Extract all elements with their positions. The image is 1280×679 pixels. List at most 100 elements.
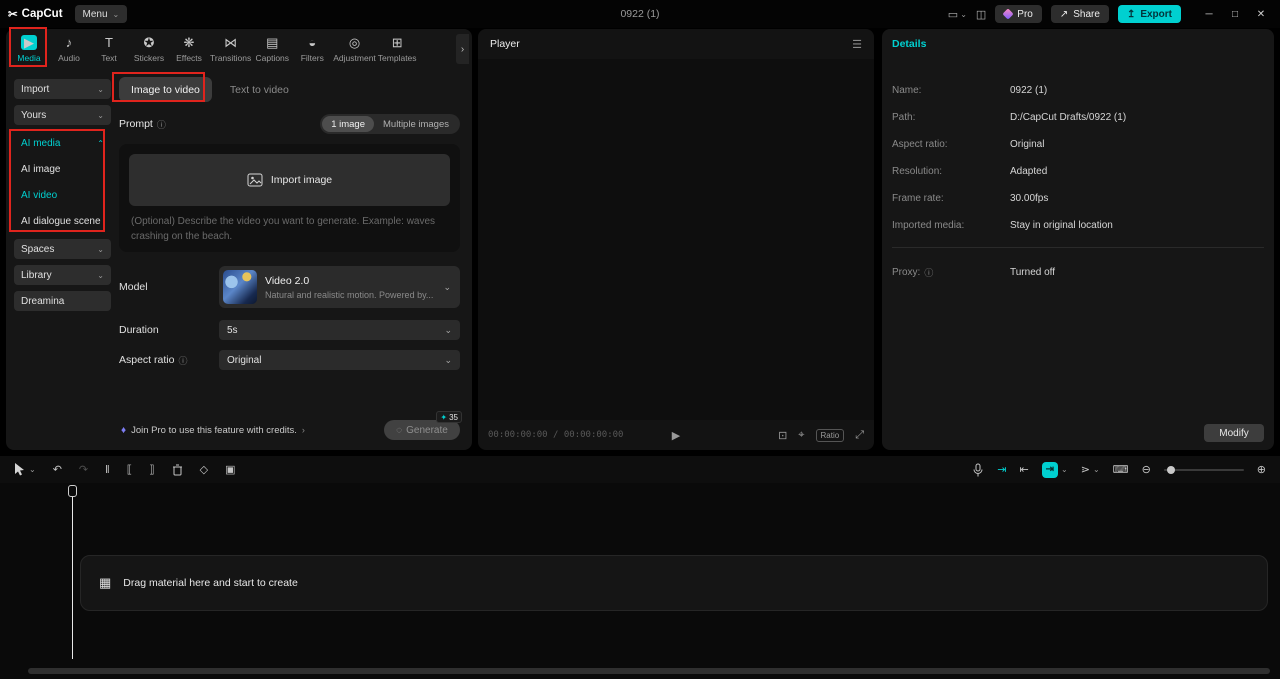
zoom-in-icon[interactable]: ⊕ [1257, 463, 1266, 476]
panel-layout-icon[interactable]: ◫ [976, 8, 986, 21]
display-mode-icon[interactable]: ▭ ⌄ [948, 8, 967, 21]
mask-icon[interactable]: ◇ [200, 463, 208, 476]
duration-select[interactable]: 5s ⌄ [219, 320, 460, 340]
modify-button[interactable]: Modify [1204, 424, 1264, 442]
sidebar-item-library[interactable]: Library ⌄ [14, 265, 111, 285]
details-panel: Details Name: 0922 (1) Path: D:/CapCut D… [882, 29, 1274, 450]
delete-icon[interactable] [172, 464, 183, 476]
prompt-area: Import image (Optional) Describe the vid… [119, 144, 460, 252]
generate-spinner-icon: ◌ [396, 425, 402, 436]
player-title: Player [490, 38, 520, 50]
toggle-one-image[interactable]: 1 image [322, 116, 374, 132]
minimize-button[interactable]: ─ [1198, 4, 1220, 24]
tab-transitions[interactable]: ⋈ Transitions [209, 35, 252, 63]
tab-text-to-video[interactable]: Text to video [230, 84, 289, 96]
aspect-ratio-label: Aspect ratio ⓘ [119, 354, 219, 367]
cover-options-button[interactable]: ⋗ ⌄ [1081, 463, 1100, 476]
cursor-icon [14, 463, 25, 476]
ratio-button[interactable]: Ratio [816, 429, 845, 442]
audio-icon: ♪ [66, 35, 73, 50]
timeline-area[interactable]: ▦ Drag material here and start to create [0, 483, 1280, 679]
play-button[interactable]: ▶ [672, 429, 680, 442]
undo-icon[interactable]: ↶ [53, 463, 62, 476]
aspect-ratio-select[interactable]: Original ⌄ [219, 350, 460, 370]
tab-text[interactable]: T Text [89, 35, 129, 63]
chevron-down-icon: ⌄ [29, 465, 36, 474]
playhead[interactable] [68, 485, 77, 497]
sidebar-item-yours[interactable]: Yours ⌄ [14, 105, 111, 125]
sidebar-item-spaces[interactable]: Spaces ⌄ [14, 239, 111, 259]
tab-effects[interactable]: ❋ Effects [169, 35, 209, 63]
track-in-toggle-icon[interactable]: ⇥ [997, 463, 1006, 476]
effects-icon: ❋ [184, 35, 195, 50]
import-image-icon [247, 173, 263, 187]
player-viewport[interactable] [478, 59, 874, 420]
magnet-icon: ⇥ [1042, 462, 1058, 478]
delete-left-icon[interactable]: ⟦ [127, 463, 132, 476]
mirror-preview-icon[interactable]: ⊡ [778, 429, 787, 442]
main-track-magnet-toggle[interactable]: ⇥ ⌄ [1042, 462, 1068, 478]
toggle-multiple-images[interactable]: Multiple images [374, 119, 458, 130]
chevron-down-icon: ⌄ [97, 245, 104, 254]
menu-button[interactable]: Menu ⌄ [75, 5, 128, 23]
captions-icon: ▤ [266, 35, 278, 50]
track-out-toggle-icon[interactable]: ⇤ [1019, 463, 1028, 476]
tab-filters[interactable]: ◒ Filters [292, 35, 332, 63]
tab-adjustment[interactable]: ◎ Adjustment [332, 35, 377, 63]
pro-badge[interactable]: Pro [995, 5, 1042, 23]
timeline-drop-zone[interactable]: ▦ Drag material here and start to create [80, 555, 1268, 611]
fullscreen-icon[interactable]: ⤢ [855, 429, 864, 442]
timeline-empty-text: Drag material here and start to create [123, 577, 298, 589]
export-label: Export [1140, 9, 1172, 20]
capcut-app-window: ✂ CapCut Menu ⌄ 0922 (1) ▭ ⌄ ◫ Pro ↗ Sha… [0, 0, 1280, 679]
voiceover-mic-icon[interactable] [972, 463, 984, 477]
capcut-logo-icon: ✂ [8, 7, 18, 21]
filters-icon: ◒ [308, 35, 316, 50]
sidebar-item-ai-video[interactable]: AI video [14, 185, 111, 205]
credits-star-icon: ✦ [440, 413, 447, 422]
close-button[interactable]: ✕ [1250, 4, 1272, 24]
sidebar-item-ai-media[interactable]: AI media ⌃ [14, 133, 111, 153]
timeline-scrollbar[interactable] [28, 668, 1270, 674]
tab-templates[interactable]: ⊞ Templates [377, 35, 418, 63]
sidebar-item-import[interactable]: Import ⌄ [14, 79, 111, 99]
redo-icon[interactable]: ↷ [79, 463, 88, 476]
detail-row-proxy: Proxy: ⓘ Turned off [892, 266, 1264, 279]
menu-label: Menu [83, 9, 108, 20]
share-icon: ↗ [1060, 9, 1068, 20]
adjustment-icon: ◎ [349, 35, 360, 50]
timeline-zoom-slider[interactable] [1164, 469, 1244, 471]
split-icon[interactable]: ‖ [105, 464, 110, 476]
zoom-fit-icon[interactable]: ⌖ [798, 429, 804, 442]
shortcut-keyboard-icon[interactable]: ⌨ [1113, 463, 1129, 476]
prompt-placeholder-text[interactable]: (Optional) Describe the video you want t… [129, 215, 450, 244]
tab-captions[interactable]: ▤ Captions [252, 35, 292, 63]
join-pro-link[interactable]: ♦ Join Pro to use this feature with cred… [121, 425, 305, 436]
import-image-dropzone[interactable]: Import image [129, 154, 450, 206]
tab-media[interactable]: ▶ Media [9, 35, 49, 63]
model-select[interactable]: Video 2.0 Natural and realistic motion. … [219, 266, 460, 308]
playhead-handle[interactable] [68, 485, 77, 497]
ribbon-overflow-button[interactable]: › [456, 34, 469, 64]
chevron-down-icon: ⌄ [97, 85, 104, 94]
maximize-button[interactable]: □ [1224, 4, 1246, 24]
overlay-icon[interactable]: ▣ [225, 463, 235, 476]
player-menu-icon[interactable]: ☰ [852, 38, 862, 51]
select-tool-button[interactable]: ⌄ [14, 463, 36, 476]
export-button[interactable]: ↥ Export [1118, 5, 1181, 23]
app-name: CapCut [22, 8, 63, 20]
tab-stickers[interactable]: ✪ Stickers [129, 35, 169, 63]
generate-button[interactable]: ◌ Generate [384, 420, 460, 440]
detail-row-imported-media: Imported media: Stay in original locatio… [892, 220, 1264, 231]
sidebar-item-ai-dialogue-scene[interactable]: AI dialogue scene [14, 211, 111, 231]
chevron-down-icon: ⌄ [443, 282, 451, 293]
tab-audio[interactable]: ♪ Audio [49, 35, 89, 63]
chevron-down-icon: ⌄ [113, 10, 120, 19]
sidebar-item-ai-image[interactable]: AI image [14, 159, 111, 179]
delete-right-icon[interactable]: ⟧ [149, 463, 154, 476]
zoom-out-icon[interactable]: ⊖ [1142, 463, 1151, 476]
tab-image-to-video[interactable]: Image to video [119, 77, 212, 102]
sidebar-item-dreamina[interactable]: Dreamina [14, 291, 111, 311]
share-button[interactable]: ↗ Share [1051, 5, 1109, 23]
slider-knob[interactable] [1167, 466, 1175, 474]
